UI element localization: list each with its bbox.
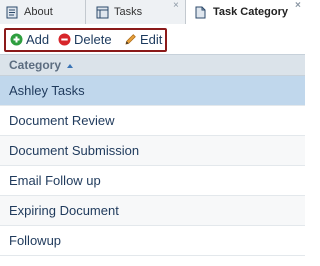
tab-about[interactable]: About [0, 0, 86, 24]
category-cell: Expiring Document [9, 203, 119, 218]
edit-button[interactable]: Edit [124, 30, 164, 50]
table-row[interactable]: Followup [0, 226, 305, 256]
table-row[interactable]: Document Submission [0, 136, 305, 166]
column-header-label: Category [9, 58, 62, 72]
table-row[interactable]: Email Follow up [0, 166, 305, 196]
edit-button-label: Edit [140, 32, 163, 47]
tab-task-category[interactable]: Task Category × [186, 0, 305, 25]
document-icon [195, 6, 206, 19]
table-row[interactable]: Expiring Document [0, 196, 305, 226]
category-cell: Followup [9, 233, 62, 248]
tab-about-label: About [24, 6, 53, 18]
close-icon[interactable]: × [173, 0, 179, 18]
tab-bar: About Tasks × Task Category × [0, 0, 305, 25]
toolbar: Add Delete Edit [4, 28, 167, 52]
sort-ascending-icon [67, 64, 73, 68]
delete-button-label: Delete [74, 32, 112, 47]
table-row[interactable]: Ashley Tasks [0, 76, 305, 106]
tab-tasks[interactable]: Tasks × [86, 0, 186, 24]
document-icon [6, 6, 18, 19]
delete-icon [58, 33, 71, 46]
category-cell: Ashley Tasks [9, 83, 85, 98]
add-button-label: Add [26, 32, 50, 47]
pencil-icon [125, 34, 136, 45]
add-button[interactable]: Add [10, 30, 52, 50]
add-icon [10, 33, 23, 46]
tab-tasks-label: Tasks [114, 6, 143, 18]
column-header-category[interactable]: Category [0, 54, 305, 76]
category-cell: Email Follow up [9, 173, 101, 188]
category-cell: Document Review [9, 113, 115, 128]
close-icon[interactable]: × [295, 0, 301, 18]
delete-button[interactable]: Delete [58, 30, 120, 50]
table-row[interactable]: Document Review [0, 106, 305, 136]
tab-task-category-label: Task Category [213, 6, 288, 18]
category-cell: Document Submission [9, 143, 140, 158]
tasks-icon [96, 6, 109, 19]
